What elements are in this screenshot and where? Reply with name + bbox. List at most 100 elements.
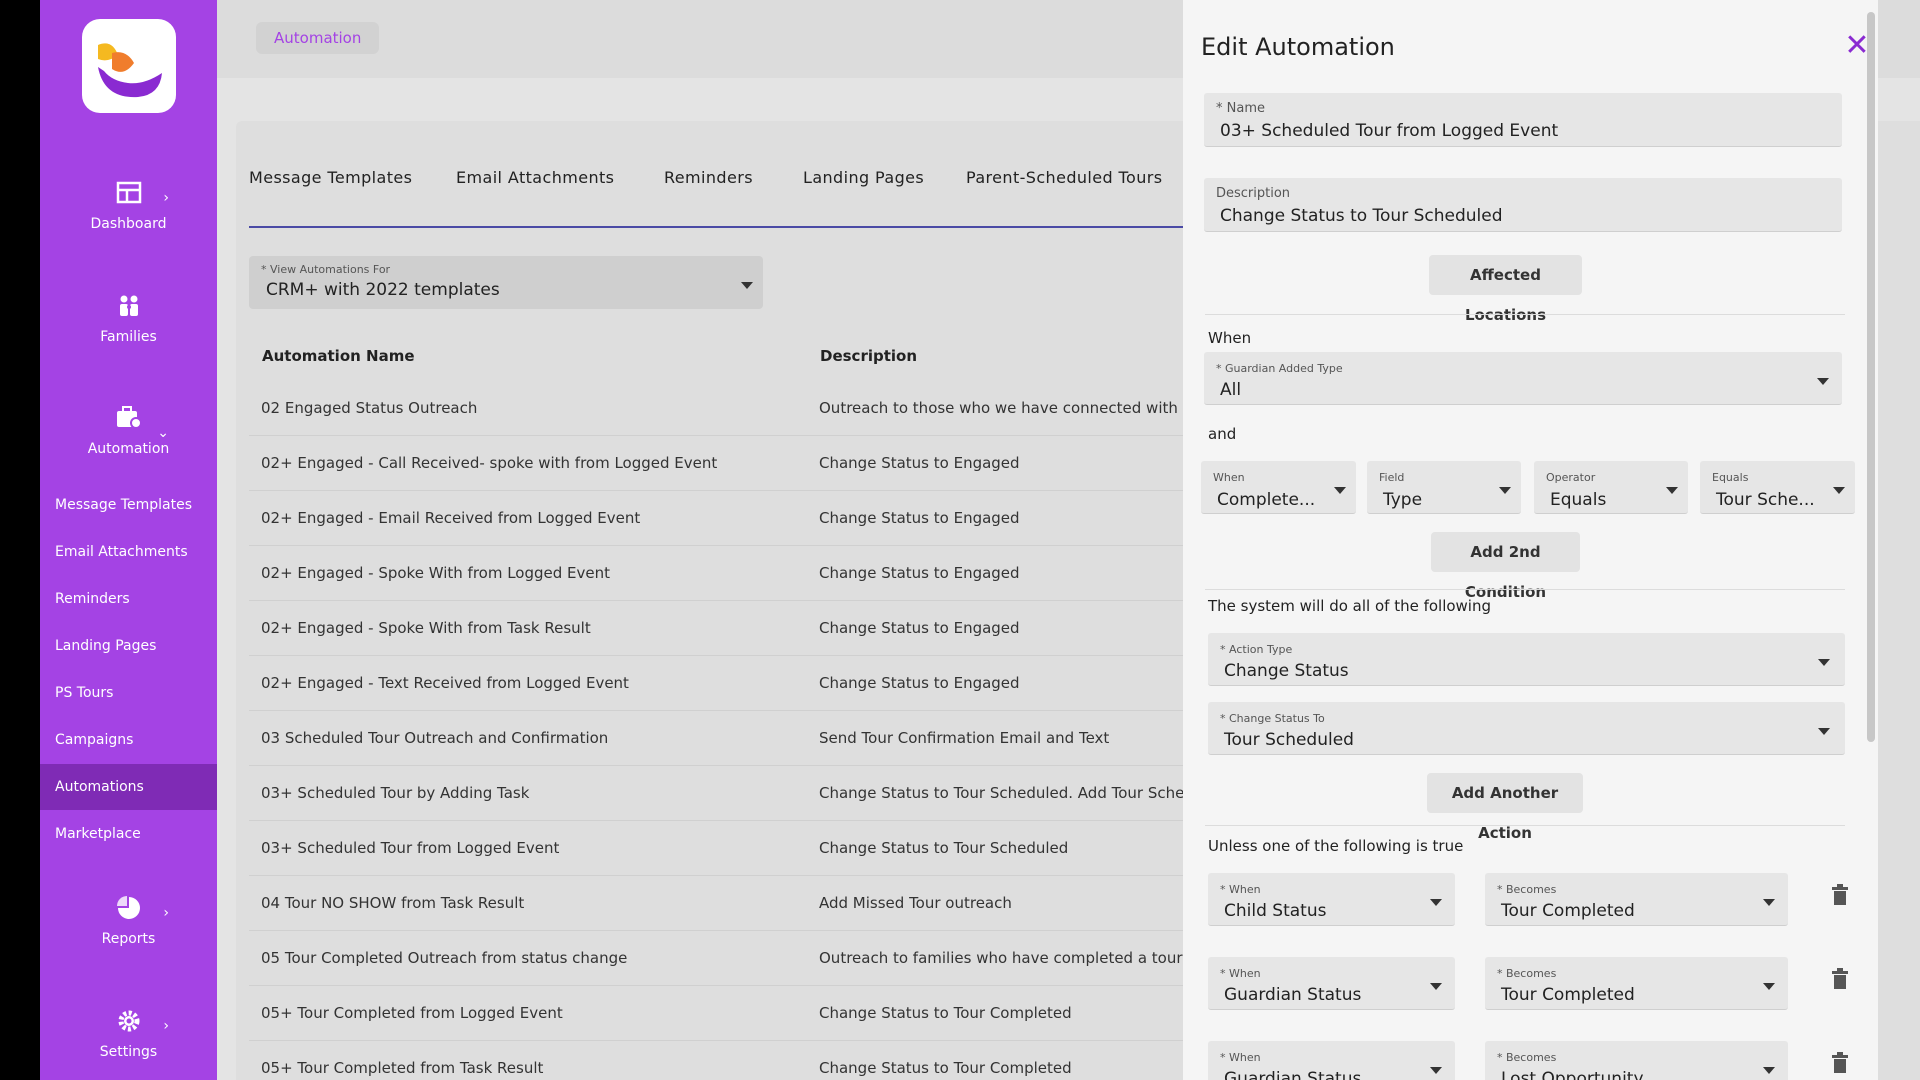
automation-name-cell: 05+ Tour Completed from Task Result (261, 1059, 544, 1077)
tab-parent-scheduled-tours[interactable]: Parent-Scheduled Tours (966, 168, 1162, 187)
sidebar-item-automations[interactable]: Automations (40, 764, 217, 810)
affected-locations-button[interactable]: Affected Locations (1429, 255, 1582, 324)
table-row[interactable]: 05+ Tour Completed from Task Result Chang… (249, 1041, 1249, 1080)
chevron-down-icon: ⌄ (157, 425, 169, 441)
change-status-to-select[interactable]: * Change Status To Tour Scheduled (1208, 702, 1845, 755)
field-label: Description (1216, 186, 1291, 201)
description-cell: Change Status to Engaged (819, 509, 1020, 527)
dropdown-arrow-icon (1833, 487, 1845, 494)
field-value: Change Status (1224, 661, 1349, 681)
dropdown-arrow-icon (1430, 983, 1442, 990)
dashboard-icon (116, 181, 141, 204)
description-cell: Add Missed Tour outreach (819, 894, 1012, 912)
action-type-select[interactable]: * Action Type Change Status (1208, 633, 1845, 686)
condition-field-select[interactable]: Field Type (1367, 461, 1521, 514)
nav-dashboard[interactable]: › Dashboard (40, 180, 217, 232)
automation-name-cell: 05 Tour Completed Outreach from status c… (261, 949, 628, 967)
nav-label: Reports (101, 931, 156, 947)
description-cell: Change Status to Engaged (819, 619, 1020, 637)
field-label: * View Automations For (261, 263, 391, 276)
table-row[interactable]: 02 Engaged Status Outreach Outreach to th… (249, 381, 1249, 436)
table-row[interactable]: 02+ Engaged - Spoke With from Task Resul… (249, 601, 1249, 656)
sidebar-item-label: Campaigns (55, 732, 134, 748)
nav-label: Automation (87, 441, 170, 457)
view-automations-select[interactable]: * View Automations For CRM+ with 2022 te… (249, 256, 763, 309)
table-row[interactable]: 03 Scheduled Tour Outreach and Confirmat… (249, 711, 1249, 766)
dropdown-arrow-icon (1817, 378, 1829, 385)
description-field[interactable]: Description Change Status to Tour Schedu… (1204, 178, 1842, 232)
add-action-button[interactable]: Add Another Action (1427, 773, 1583, 842)
table-row[interactable]: 05+ Tour Completed from Logged Event Chan… (249, 986, 1249, 1041)
condition-equals-select[interactable]: Equals Tour Sche... (1700, 461, 1855, 514)
dropdown-arrow-icon (1763, 899, 1775, 906)
nav-settings[interactable]: › Settings (40, 1008, 217, 1060)
sidebar-item-label: Reminders (55, 591, 130, 607)
condition-when-select[interactable]: When Complete... (1201, 461, 1356, 514)
dropdown-arrow-icon (1763, 983, 1775, 990)
table-row[interactable]: 03+ Scheduled Tour by Adding Task Change … (249, 766, 1249, 821)
divider (1205, 314, 1845, 315)
delete-icon[interactable] (1831, 968, 1849, 990)
condition-operator-select[interactable]: Operator Equals (1534, 461, 1688, 514)
delete-icon[interactable] (1831, 884, 1849, 906)
nav-families[interactable]: Families (40, 293, 217, 345)
table-row[interactable]: 04 Tour NO SHOW from Task Result Add Miss… (249, 876, 1249, 931)
close-icon[interactable]: ✕ (1841, 30, 1873, 62)
field-label: Operator (1546, 471, 1596, 484)
description-cell: Change Status to Engaged (819, 564, 1020, 582)
field-label: * Becomes (1497, 967, 1557, 980)
sidebar-item-landing-pages[interactable]: Landing Pages (40, 623, 217, 669)
sidebar-item-email-attachments[interactable]: Email Attachments (40, 529, 217, 575)
exception-when-select[interactable]: * When Guardian Status (1208, 1041, 1455, 1080)
table-row[interactable]: 02+ Engaged - Email Received from Logged… (249, 491, 1249, 546)
automation-name-cell: 02+ Engaged - Email Received from Logged… (261, 509, 641, 527)
sidebar-item-message-templates[interactable]: Message Templates (40, 482, 217, 528)
exception-when-select[interactable]: * When Guardian Status (1208, 957, 1455, 1010)
scrollbar[interactable] (1867, 12, 1875, 742)
delete-icon[interactable] (1831, 1052, 1849, 1074)
exception-becomes-select[interactable]: * Becomes Tour Completed (1485, 873, 1788, 926)
sidebar-item-campaigns[interactable]: Campaigns (40, 717, 217, 763)
field-value: Type (1383, 490, 1423, 510)
sidebar-item-label: Email Attachments (55, 544, 188, 560)
exception-when-select[interactable]: * When Child Status (1208, 873, 1455, 926)
exception-becomes-select[interactable]: * Becomes Lost Opportunity (1485, 1041, 1788, 1080)
table-row[interactable]: 05 Tour Completed Outreach from status c… (249, 931, 1249, 986)
edit-automation-drawer: Edit Automation ✕ * Name 03+ Scheduled T… (1183, 0, 1878, 1080)
gear-icon (118, 1010, 139, 1032)
column-header-name[interactable]: Automation Name (262, 347, 415, 365)
table-row[interactable]: 02+ Engaged - Spoke With from Logged Eve… (249, 546, 1249, 601)
tab-reminders[interactable]: Reminders (664, 168, 753, 187)
nav-reports[interactable]: › Reports (40, 895, 217, 947)
sidebar-item-label: Landing Pages (55, 638, 157, 654)
add-condition-button[interactable]: Add 2nd Condition (1431, 532, 1580, 601)
description-cell: Change Status to Tour Scheduled. Add Tou… (819, 784, 1204, 802)
column-header-description[interactable]: Description (820, 347, 917, 365)
field-value: Equals (1550, 490, 1607, 510)
automation-name-cell: 02+ Engaged - Spoke With from Task Resul… (261, 619, 591, 637)
tab-message-templates[interactable]: Message Templates (249, 168, 412, 187)
tab-email-attachments[interactable]: Email Attachments (456, 168, 614, 187)
sidebar-item-reminders[interactable]: Reminders (40, 576, 217, 622)
tab-landing-pages[interactable]: Landing Pages (803, 168, 924, 187)
exception-becomes-select[interactable]: * Becomes Tour Completed (1485, 957, 1788, 1010)
field-label: * When (1220, 1051, 1261, 1064)
table-row[interactable]: 03+ Scheduled Tour from Logged Event Chan… (249, 821, 1249, 876)
sidebar-item-label: Marketplace (55, 826, 141, 842)
name-field[interactable]: * Name 03+ Scheduled Tour from Logged Ev… (1204, 93, 1842, 147)
automation-name-cell: 03+ Scheduled Tour from Logged Event (261, 839, 560, 857)
app-logo[interactable] (82, 19, 176, 113)
table-row[interactable]: 02+ Engaged - Call Received- spoke with … (249, 436, 1249, 491)
field-label: * Becomes (1497, 883, 1557, 896)
chevron-right-icon: › (163, 905, 169, 921)
automation-icon (116, 406, 142, 429)
guardian-added-type-select[interactable]: * Guardian Added Type All (1204, 352, 1842, 405)
sidebar-item-marketplace[interactable]: Marketplace (40, 811, 217, 857)
table-row[interactable]: 02+ Engaged - Text Received from Logged … (249, 656, 1249, 711)
tabs-underline (249, 226, 1209, 228)
nav-automation[interactable]: ⌄ Automation (40, 405, 217, 457)
breadcrumb[interactable]: Automation (256, 22, 380, 54)
sidebar-item-ps-tours[interactable]: PS Tours (40, 670, 217, 716)
automation-name-cell: 02 Engaged Status Outreach (261, 399, 478, 417)
field-value: Tour Completed (1501, 985, 1635, 1005)
